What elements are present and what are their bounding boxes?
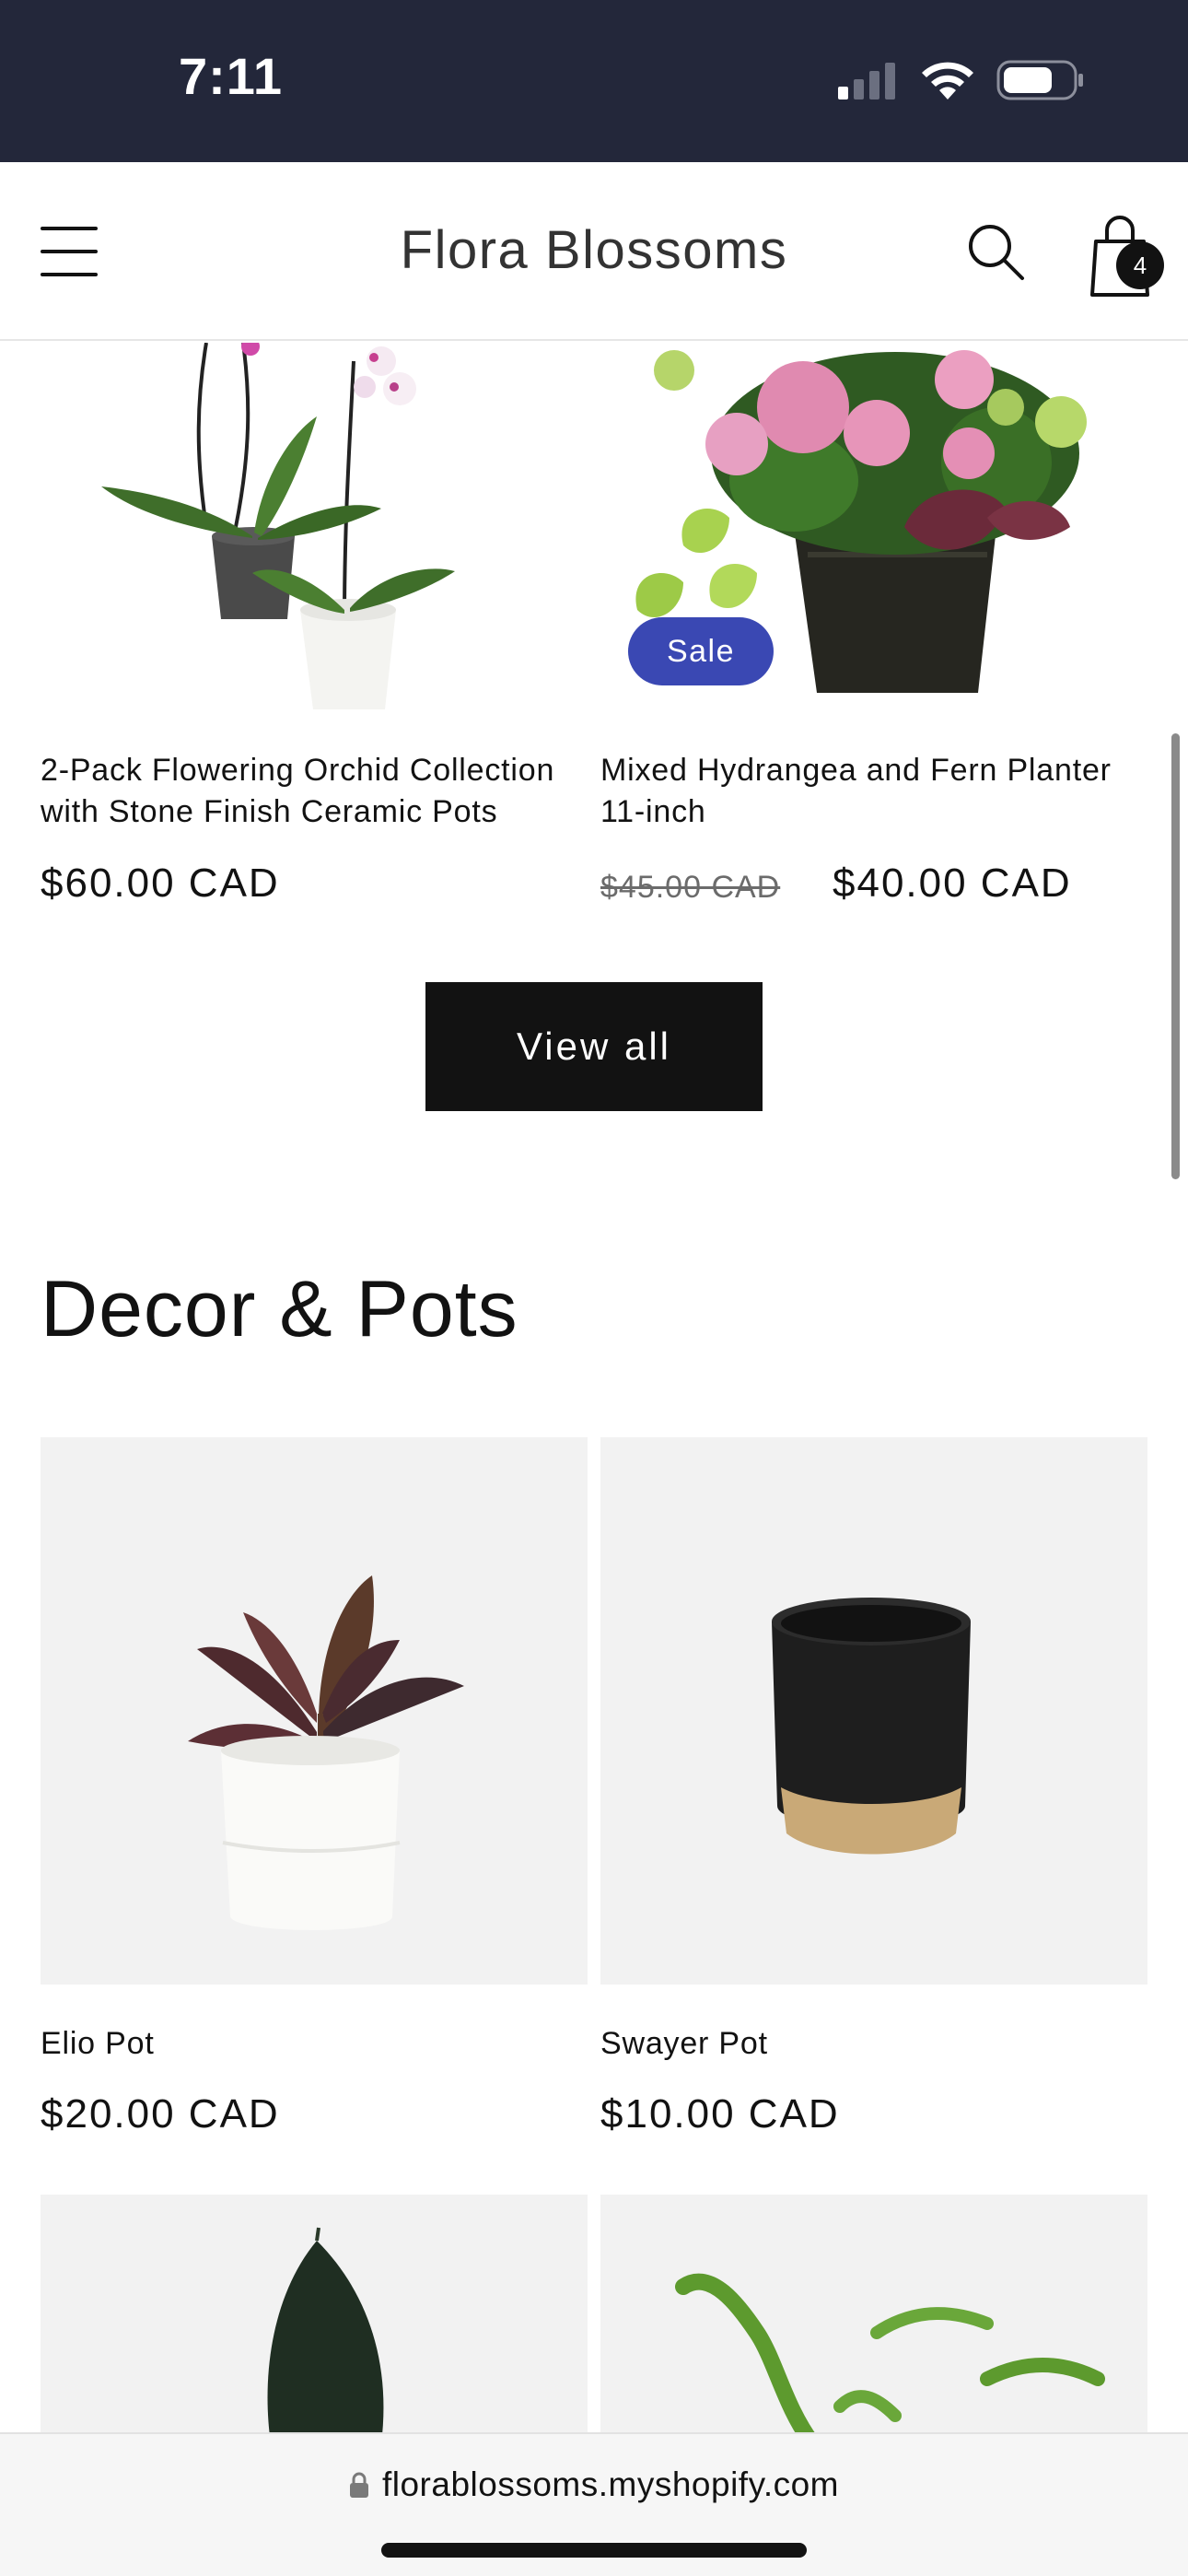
product-image-fishbone-cactus[interactable] [600, 2195, 1147, 2443]
browser-url-bar[interactable]: florablossoms.myshopify.com [0, 2432, 1188, 2576]
swayer-pot-illustration [772, 1598, 971, 1855]
site-header: Flora Blossoms [0, 162, 1188, 341]
search-icon[interactable] [965, 221, 1026, 282]
sale-price: $40.00 CAD [833, 861, 1072, 906]
product-price: $10.00 CAD [600, 2091, 840, 2137]
product-title-line: 2-Pack Flowering Orchid Collection [41, 753, 555, 788]
page-scrollbar[interactable] [1171, 733, 1180, 1179]
product-image-swayer-pot[interactable] [600, 1437, 1147, 1985]
product-title-line: Mixed Hydrangea and Fern Planter [600, 753, 1112, 788]
product-title[interactable]: Swayer Pot [600, 2023, 768, 2065]
product-title[interactable]: Mixed Hydrangea and Fern Planter 11-inch [600, 750, 1112, 833]
product-image-orchid[interactable] [41, 343, 588, 719]
fishbone-cactus-illustration [675, 2273, 1105, 2443]
product-title[interactable]: 2-Pack Flowering Orchid Collection with … [41, 750, 554, 833]
battery-icon [996, 60, 1083, 100]
product-price: $60.00 CAD [41, 861, 280, 906]
view-all-button[interactable]: View all [425, 982, 763, 1111]
home-indicator[interactable] [381, 2543, 807, 2558]
product-title[interactable]: Elio Pot [41, 2023, 155, 2065]
elio-pot-illustration [188, 1575, 464, 1930]
orchid-illustration [101, 343, 455, 709]
sale-badge: Sale [628, 617, 774, 685]
status-bar: 7:11 [0, 0, 1188, 162]
snake-plant-illustration [267, 2227, 384, 2443]
product-price: $20.00 CAD [41, 2091, 280, 2137]
product-title-line: with Stone Finish Ceramic Pots [41, 794, 498, 829]
section-title: Decor & Pots [41, 1265, 518, 1353]
status-time: 7:11 [179, 47, 283, 105]
lock-icon [349, 2472, 368, 2498]
product-image-elio-pot[interactable] [41, 1437, 588, 1985]
wifi-icon [922, 62, 973, 100]
status-icons [836, 57, 1085, 103]
product-image-snake-plant[interactable] [41, 2195, 588, 2443]
compare-at-price: $45.00 CAD [600, 870, 781, 905]
product-title-line: 11-inch [600, 794, 706, 829]
url-text[interactable]: florablossoms.myshopify.com [382, 2465, 839, 2504]
url-row[interactable]: florablossoms.myshopify.com [0, 2465, 1188, 2504]
cart-count-badge[interactable]: 4 [1116, 241, 1164, 289]
cellular-signal-icon [838, 63, 895, 100]
